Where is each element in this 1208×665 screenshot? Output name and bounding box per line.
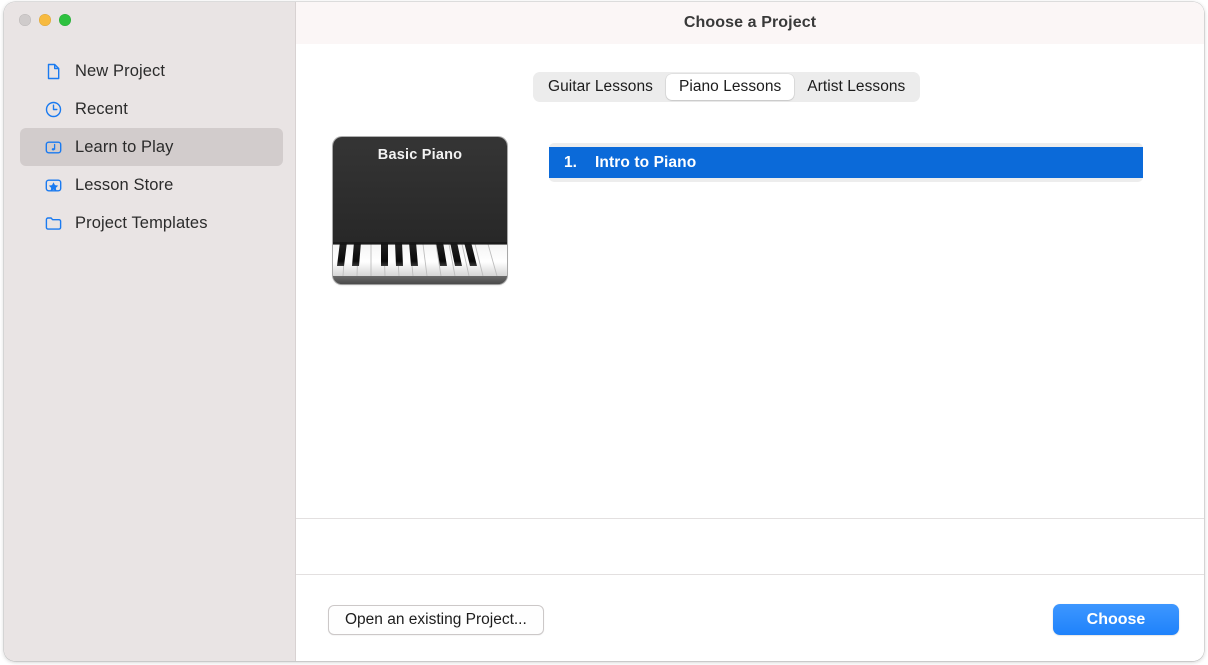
thumbnail-title: Basic Piano	[377, 147, 463, 163]
music-note-icon	[44, 138, 63, 157]
document-icon	[44, 62, 63, 81]
divider-upper	[296, 518, 1204, 519]
sidebar-item-label: Recent	[75, 99, 128, 118]
tab-guitar-lessons[interactable]: Guitar Lessons	[535, 74, 666, 100]
sidebar-item-label: Project Templates	[75, 213, 208, 232]
open-existing-project-label: Open an existing Project...	[345, 611, 527, 628]
folder-icon	[44, 214, 63, 233]
sidebar-item-lesson-store[interactable]: Lesson Store	[20, 166, 283, 204]
sidebar: New Project Recent Learn to Play Lesson …	[4, 2, 296, 661]
star-icon	[44, 176, 63, 195]
sidebar-item-list: New Project Recent Learn to Play Lesson …	[4, 52, 296, 242]
tab-label: Guitar Lessons	[548, 78, 653, 95]
main-panel: Choose a Project Guitar Lessons Piano Le…	[296, 2, 1204, 661]
choose-button-label: Choose	[1086, 610, 1146, 628]
sidebar-item-label: Lesson Store	[75, 175, 174, 194]
tab-label: Piano Lessons	[678, 78, 782, 95]
lesson-list: 1. Intro to Piano	[549, 143, 1143, 182]
piano-keyboard-graphic	[333, 242, 507, 284]
choose-button[interactable]: Choose	[1053, 604, 1179, 635]
clock-icon	[44, 100, 63, 119]
tab-piano-lessons[interactable]: Piano Lessons	[665, 74, 795, 100]
choose-a-project-window: New Project Recent Learn to Play Lesson …	[4, 2, 1204, 661]
basic-piano-thumbnail[interactable]: Basic Piano	[333, 137, 507, 284]
sidebar-item-label: New Project	[75, 61, 166, 80]
minimize-window-button[interactable]	[39, 14, 51, 26]
sidebar-item-learn-to-play[interactable]: Learn to Play	[20, 128, 283, 166]
tab-label: Artist Lessons	[807, 78, 906, 95]
titlebar: Choose a Project	[296, 2, 1204, 44]
maximize-window-button[interactable]	[59, 14, 71, 26]
tab-artist-lessons[interactable]: Artist Lessons	[794, 74, 918, 100]
sidebar-item-recent[interactable]: Recent	[20, 90, 283, 128]
divider-lower	[296, 574, 1204, 575]
page-title: Choose a Project	[683, 14, 817, 31]
open-existing-project-button[interactable]: Open an existing Project...	[328, 605, 544, 635]
close-window-button[interactable]	[19, 14, 31, 26]
sidebar-item-new-project[interactable]: New Project	[20, 52, 283, 90]
lesson-row-intro-to-piano[interactable]: 1. Intro to Piano	[549, 147, 1143, 178]
lesson-category-tabs: Guitar Lessons Piano Lessons Artist Less…	[533, 72, 921, 102]
sidebar-item-label: Learn to Play	[75, 137, 174, 156]
sidebar-item-project-templates[interactable]: Project Templates	[20, 204, 283, 242]
traffic-lights	[19, 14, 71, 26]
lesson-title: Intro to Piano	[595, 153, 697, 171]
lesson-number: 1.	[564, 153, 577, 171]
